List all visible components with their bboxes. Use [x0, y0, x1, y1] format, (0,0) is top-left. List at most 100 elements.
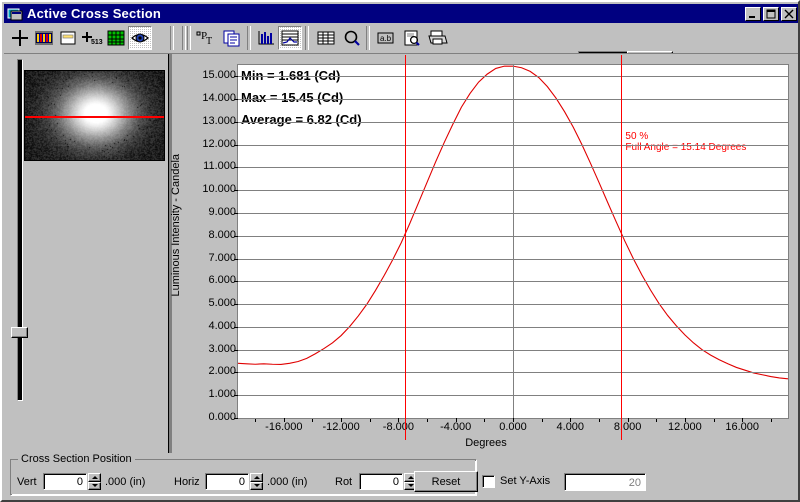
cross-section-line[interactable]	[25, 115, 164, 118]
vert-label: Vert	[17, 476, 37, 488]
x-axis-minor-tick	[312, 419, 314, 422]
vert-spin-down[interactable]	[88, 481, 101, 490]
grid-overlay-tool-icon[interactable]	[104, 26, 128, 50]
chart-pane: Luminous Intensity - Candela Min = 1.681…	[170, 54, 798, 453]
y-axis-tick-mark	[234, 76, 238, 78]
toolbar-grip[interactable]	[182, 26, 186, 50]
fwhm-percent: 50 %	[625, 131, 649, 143]
fwhm-full-angle: Full Angle = 15.14 Degrees	[625, 142, 747, 154]
yaxis-value-input[interactable]: 20	[564, 473, 646, 491]
fwhm-marker-line[interactable]	[404, 55, 406, 440]
stat-average: Average = 6.82 (Cd)	[241, 112, 362, 127]
y-axis-tick-label: 10.000	[202, 183, 236, 196]
window-title: Active Cross Section	[27, 6, 162, 21]
y-axis-tick-mark	[234, 418, 238, 419]
x-axis-tick-mark	[684, 418, 686, 422]
toolbar-separator-4	[366, 26, 370, 50]
horiz-spin-up[interactable]	[250, 473, 263, 482]
y-axis-tick-mark	[234, 167, 238, 169]
y-axis-tick-mark	[234, 281, 238, 283]
vert-input[interactable]: 0	[43, 473, 87, 490]
y-axis-tick-label: 3.000	[208, 342, 236, 355]
y-axis-tick-label: 13.000	[202, 114, 236, 127]
y-axis-tick-mark	[234, 213, 238, 215]
text-label-icon[interactable]: a.b	[374, 26, 398, 50]
y-axis-tick-label: 1.000	[208, 388, 236, 401]
window-controls	[745, 6, 797, 21]
y-axis-tick-mark	[234, 349, 238, 351]
horiz-spinner[interactable]	[250, 473, 263, 490]
slider-thumb[interactable]	[11, 327, 28, 338]
fwhm-marker-line[interactable]	[621, 55, 623, 440]
app-window-icon	[7, 7, 23, 21]
x-axis-minor-tick	[541, 419, 543, 422]
horiz-label: Horiz	[174, 476, 200, 488]
note-tool-icon[interactable]	[56, 26, 80, 50]
x-axis-tick-label: 16.000	[725, 421, 759, 433]
table-icon[interactable]	[314, 26, 338, 50]
y-axis-label: Luminous Intensity - Candela	[170, 154, 182, 297]
x-axis-tick-label: -4.000	[440, 421, 472, 433]
zoom-icon[interactable]	[340, 26, 364, 50]
beam-profile-thumbnail[interactable]	[24, 70, 165, 161]
stat-max: Max = 15.45 (Cd)	[241, 90, 344, 105]
y-axis-tick-label: 9.000	[208, 206, 236, 219]
x-axis-tick-mark	[455, 418, 457, 422]
x-axis-minor-tick	[427, 419, 429, 422]
x-axis-tick-label: -16.000	[265, 421, 303, 433]
toolbar-grip-2[interactable]	[187, 26, 191, 50]
svg-text:a.b: a.b	[380, 34, 392, 43]
y-axis-tick-mark	[234, 144, 238, 146]
y-axis-tick-label: 7.000	[208, 251, 236, 264]
x-axis-tick-mark	[283, 418, 285, 422]
minimize-button[interactable]	[745, 6, 761, 21]
rot-input[interactable]: 0	[359, 473, 403, 490]
chart-plot-area[interactable]: Min = 1.681 (Cd) Max = 15.45 (Cd) Averag…	[202, 55, 789, 440]
maximize-button[interactable]	[763, 6, 779, 21]
svg-text:513: 513	[91, 39, 103, 46]
set-yaxis-checkbox[interactable]	[482, 475, 495, 488]
slider-track	[17, 59, 23, 401]
close-button[interactable]	[781, 6, 797, 21]
y-axis-tick-label: 11.000	[203, 160, 236, 173]
line-chart-icon[interactable]	[278, 26, 302, 50]
y-axis-tick-mark	[234, 121, 238, 123]
colormap-tool-icon[interactable]	[32, 26, 56, 50]
x-axis-tick-mark	[570, 418, 572, 422]
eye-view-tool-icon[interactable]	[128, 26, 152, 50]
x-axis-minor-tick	[770, 419, 772, 422]
x-axis-tick-mark	[627, 418, 629, 422]
y-axis-tick-mark	[234, 99, 238, 101]
y-axis-tick-label: 14.000	[202, 92, 236, 105]
x-axis-tick-mark	[742, 418, 744, 422]
x-axis-tick-mark	[513, 418, 514, 422]
add-marker-tool-icon[interactable]: 513	[80, 26, 104, 50]
x-axis-label: Degrees	[465, 437, 507, 449]
y-axis-tick-label: 15.000	[202, 69, 236, 82]
print-preview-icon[interactable]	[400, 26, 424, 50]
client-area: Luminous Intensity - Candela Min = 1.681…	[4, 53, 798, 453]
bar-chart-icon[interactable]	[254, 26, 278, 50]
title-bar: Active Cross Section	[4, 4, 798, 23]
toolbar-separator	[170, 26, 174, 50]
crosshair-tool-icon[interactable]	[8, 26, 32, 50]
fwhm-annotation: 50 % Full Angle = 15.14 Degrees	[625, 131, 746, 153]
grid-line-center	[513, 65, 514, 418]
copy-icon[interactable]	[220, 26, 244, 50]
toolbar-separator-2	[247, 26, 251, 50]
horiz-spin-down[interactable]	[250, 481, 263, 490]
pt-properties-icon[interactable]: P T	[194, 26, 218, 50]
horiz-unit: .000 (in)	[267, 476, 308, 488]
y-axis-tick-label: 12.000	[202, 137, 236, 150]
reset-button[interactable]: Reset	[414, 471, 478, 492]
vert-spinner[interactable]	[88, 473, 101, 490]
x-axis-tick-label: 8.000	[613, 421, 642, 433]
y-axis-tick-label: 0.000	[208, 411, 236, 423]
vert-spin-up[interactable]	[88, 473, 101, 482]
y-axis-tick-mark	[234, 326, 238, 328]
print-icon[interactable]	[426, 26, 450, 50]
group-label: Cross Section Position	[18, 453, 135, 465]
vert-unit: .000 (in)	[105, 476, 146, 488]
horiz-input[interactable]: 0	[205, 473, 249, 490]
set-yaxis-label: Set Y-Axis	[500, 475, 551, 487]
